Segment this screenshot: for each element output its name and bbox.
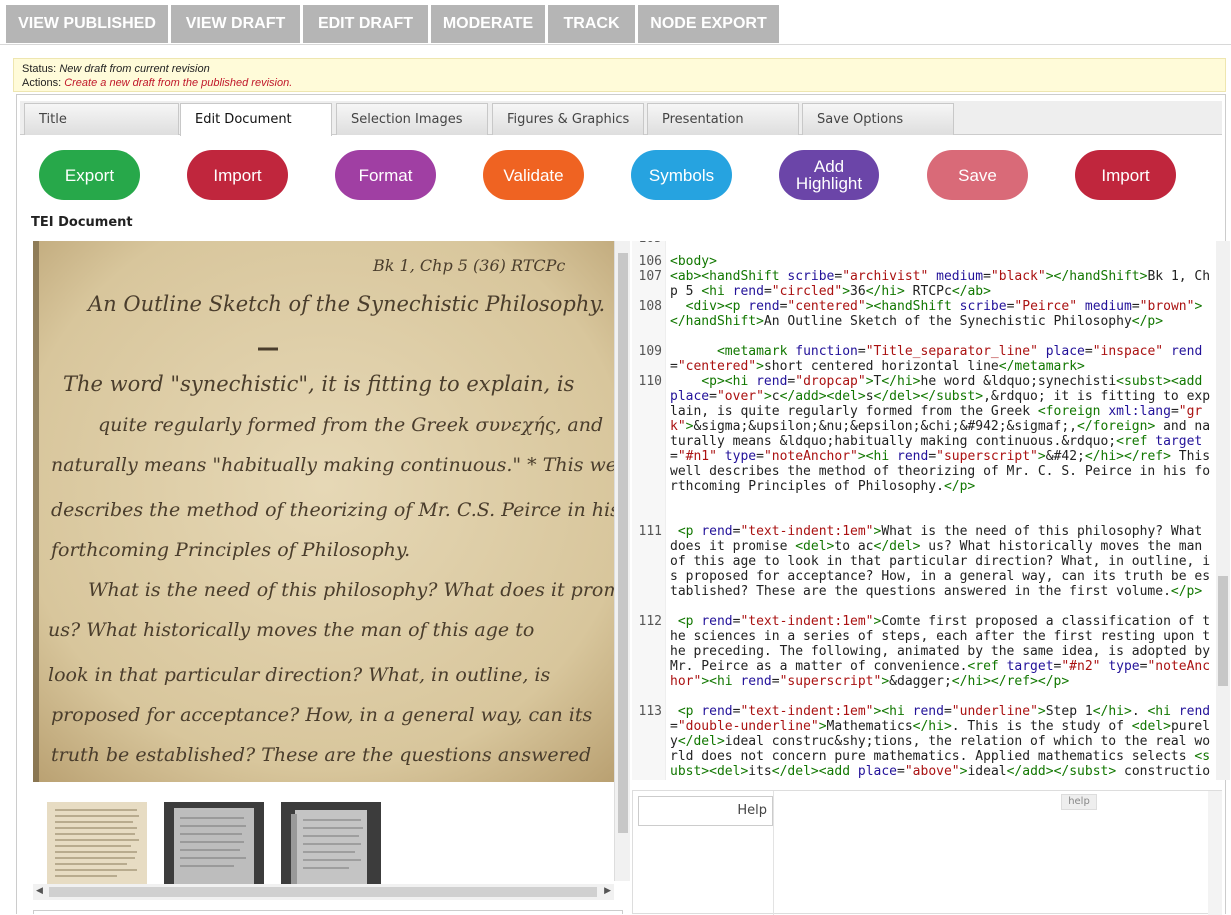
manuscript-line: quite regularly formed from the Greek συ… [98,414,603,436]
manuscript-line: naturally means "habitually making conti… [51,454,614,476]
manuscript-line: describes the method of theorizing of Mr… [51,499,614,521]
top-tab-node-export[interactable]: NODE EXPORT [638,5,779,43]
line-number: 108 [638,299,662,314]
add-highlight-button[interactable]: Add Highlight [779,150,879,200]
top-tab-moderate[interactable]: MODERATE [431,5,545,43]
line-number-gutter [632,241,666,780]
line-number: 112 [638,614,662,629]
validate-button[interactable]: Validate [483,150,584,200]
manuscript-header-note: Bk 1, Chp 5 (36) RTCPc [372,256,565,275]
manuscript-line: The word "synechistic", it is fitting to… [63,372,575,396]
manuscript-line: What is the need of this philosophy? Wha… [88,579,614,601]
line-number: 113 [638,704,662,719]
code-text: <div><p rend="centered"><handShift scrib… [670,299,1203,329]
manuscript-line: forthcoming Principles of Philosophy. [49,539,410,561]
status-value: New draft from current revision [59,63,210,75]
line-number: 111 [638,524,662,539]
thumbnail-horizontal-scrollbar[interactable]: ◀ ▶ [33,884,614,900]
top-tab-view-draft[interactable]: VIEW DRAFT [171,5,300,43]
top-tab-track[interactable]: TRACK [548,5,635,43]
symbols-button[interactable]: Symbols [631,150,732,200]
scroll-left-arrow-icon[interactable]: ◀ [36,886,43,896]
create-draft-link[interactable]: Create a new draft from the published re… [64,77,292,89]
status-label: Status: [22,63,57,75]
code-text: <p rend="text-indent:1em"><hi rend="unde… [670,704,1211,780]
top-tab-edit-draft[interactable]: EDIT DRAFT [303,5,428,43]
code-text: <body> [670,254,717,269]
actions-label: Actions: [22,77,62,89]
import-button[interactable]: Import [187,150,288,200]
tei-code-editor[interactable]: 105 106 <body> 107 <ab><handShift scribe="ar… [632,241,1216,780]
line-number: 110 [638,374,662,389]
bottom-panel-edge [33,910,623,914]
tab-title[interactable]: Title [24,103,179,135]
help-badge[interactable]: help [1061,794,1097,810]
manuscript-line: look in that particular direction? What,… [48,664,551,686]
manuscript-title: An Outline Sketch of the Synechistic Phi… [86,292,605,316]
code-vertical-scrollbar[interactable] [1216,241,1230,780]
manuscript-line: truth be established? These are the ques… [51,744,591,766]
page-thumbnail-1[interactable] [47,802,147,884]
code-text: <p rend="text-indent:1em">What is the ne… [670,524,1211,599]
import-button[interactable]: Import [1075,150,1176,200]
top-tab-view-published[interactable]: VIEW PUBLISHED [6,5,168,43]
help-panel: Help help [632,790,1222,915]
line-number: 106 [638,254,662,269]
help-scrollbar[interactable] [1208,791,1222,915]
line-number: 109 [638,344,662,359]
manuscript-image[interactable]: Bk 1, Chp 5 (36) RTCPc An Outline Sketch … [33,241,614,782]
page-thumbnail-2[interactable] [164,802,264,884]
code-text: <ab><handShift scribe="archivist" medium… [670,269,1211,299]
tei-document-heading: TEI Document [31,215,133,230]
save-button[interactable]: Save [927,150,1028,200]
scroll-right-arrow-icon[interactable]: ▶ [604,886,611,896]
manuscript-page: Bk 1, Chp 5 (36) RTCPc An Outline Sketch … [33,241,614,782]
tab-edit-document[interactable]: Edit Document [180,103,332,136]
help-button[interactable]: Help [638,796,773,826]
export-button[interactable]: Export [39,150,140,200]
top-tab-bar: VIEW PUBLISHED VIEW DRAFT EDIT DRAFT MODERA… [0,0,1231,45]
line-number: 105 [632,241,662,246]
tab-figures-graphics[interactable]: Figures & Graphics [492,103,644,135]
manuscript-line: proposed for acceptance? How, in a gener… [51,704,592,726]
tab-selection-images[interactable]: Selection Images [336,103,488,135]
editor-tab-bar: Title Edit Document Selection Images Figure… [20,101,1222,136]
page-thumbnail-3[interactable] [281,802,381,884]
tab-presentation[interactable]: Presentation [647,103,799,135]
status-message: Status: New draft from current revision … [13,58,1226,92]
code-text: <p rend="text-indent:1em">Comte first pr… [670,614,1211,689]
code-text: <p><hi rend="dropcap">T</hi>he word &ldq… [670,374,1211,494]
tab-save-options[interactable]: Save Options [802,103,954,135]
line-number: 107 [638,269,662,284]
image-vertical-scrollbar[interactable] [614,241,630,881]
manuscript-line: us? What historically moves the man of t… [48,619,534,641]
format-button[interactable]: Format [335,150,436,200]
code-text: <metamark function="Title_separator_line… [670,344,1203,374]
